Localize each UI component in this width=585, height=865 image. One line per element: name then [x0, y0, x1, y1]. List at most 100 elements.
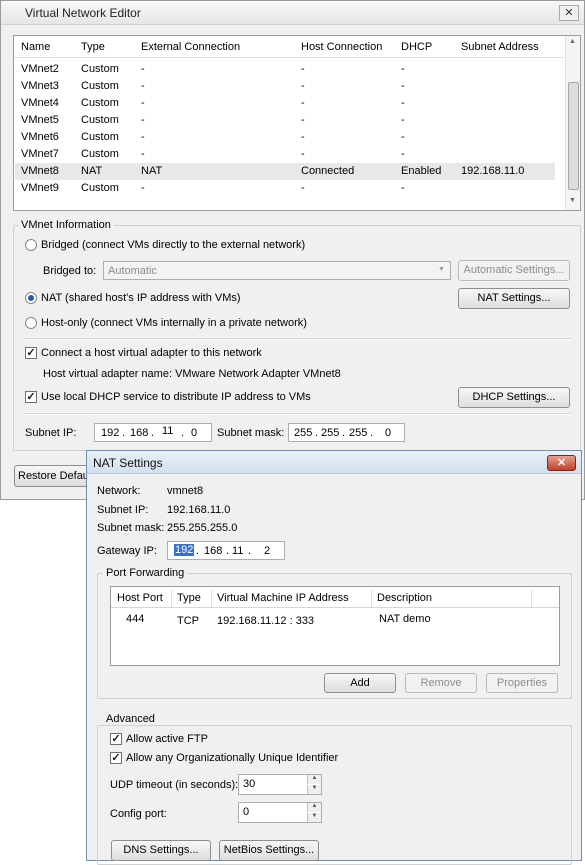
- config-port-input[interactable]: 0 ▲ ▼: [238, 802, 322, 823]
- properties-button[interactable]: Properties: [486, 673, 558, 693]
- port-forwarding-header: Host Port Type Virtual Machine IP Addres…: [111, 587, 559, 608]
- row-external: NAT: [141, 165, 163, 177]
- col-header-vm-ip[interactable]: Virtual Machine IP Address: [217, 592, 349, 604]
- dhcp-settings-button[interactable]: DHCP Settings...: [458, 387, 570, 408]
- row-name: VMnet5: [21, 114, 59, 126]
- spin-down-icon[interactable]: ▼: [307, 813, 321, 822]
- row-host: -: [301, 148, 305, 160]
- scrollbar-thumb[interactable]: [568, 82, 579, 190]
- ip-dot: .: [196, 545, 200, 557]
- network-row[interactable]: VMnet4 Custom - - -: [15, 95, 555, 112]
- col-header-host[interactable]: Host Connection: [301, 41, 382, 53]
- row-host: -: [301, 97, 305, 109]
- row-type: Custom: [81, 97, 119, 109]
- nat-settings-button[interactable]: NAT Settings...: [458, 288, 570, 309]
- network-row[interactable]: VMnet2 Custom - - -: [15, 61, 555, 78]
- row-name: VMnet7: [21, 148, 59, 160]
- network-row[interactable]: VMnet9 Custom - - -: [15, 180, 555, 197]
- nat-title-bar: NAT Settings ✕: [87, 451, 581, 474]
- use-dhcp-label: Use local DHCP service to distribute IP …: [41, 391, 311, 403]
- network-label: Network:: [97, 485, 141, 497]
- col-header-type[interactable]: Type: [81, 41, 105, 53]
- allow-oui-checkbox[interactable]: ✓: [110, 752, 122, 764]
- spin-down-icon[interactable]: ▼: [307, 785, 321, 794]
- network-list-header: Name Type External Connection Host Conne…: [14, 36, 564, 58]
- subnet-mask-label: Subnet mask:: [217, 427, 285, 439]
- add-button[interactable]: Add: [324, 673, 396, 693]
- virtual-network-editor-window: Virtual Network Editor ✕ Name Type Exter…: [0, 0, 585, 500]
- gateway-octet-2[interactable]: 168: [204, 545, 222, 557]
- subnet-ip-field[interactable]: 192 . 168 . 11 . 0: [94, 423, 212, 442]
- row-external: -: [141, 80, 145, 92]
- col-header-external[interactable]: External Connection: [141, 41, 240, 53]
- row-host: -: [301, 114, 305, 126]
- network-value: vmnet8: [167, 485, 204, 497]
- network-row[interactable]: VMnet5 Custom - - -: [15, 112, 555, 129]
- connect-adapter-checkbox[interactable]: ✓: [25, 347, 37, 359]
- row-dhcp: Enabled: [401, 165, 442, 177]
- row-host: -: [301, 80, 305, 92]
- subnet-ip-label: Subnet IP:: [25, 427, 77, 439]
- udp-timeout-input[interactable]: 30 ▲ ▼: [238, 774, 322, 795]
- subnet-mask-octet-1: 255: [294, 427, 313, 439]
- host-only-label: Host-only (connect VMs internally in a p…: [41, 317, 307, 329]
- column-divider: [371, 589, 372, 607]
- row-dhcp: -: [401, 97, 405, 109]
- scroll-up-arrow-icon[interactable]: ▲: [569, 38, 576, 45]
- netbios-settings-button[interactable]: NetBios Settings...: [219, 840, 319, 861]
- row-host: -: [301, 63, 305, 75]
- network-row[interactable]: VMnet6 Custom - - -: [15, 129, 555, 146]
- config-port-value: 0: [243, 806, 250, 818]
- network-list-scrollbar[interactable]: ▲ ▼: [565, 36, 580, 210]
- bridged-to-select[interactable]: Automatic ▼: [103, 261, 451, 280]
- vne-close-button[interactable]: ✕: [559, 5, 579, 21]
- gateway-octet-3[interactable]: 11: [232, 545, 243, 557]
- column-divider: [531, 589, 532, 607]
- gateway-ip-label: Gateway IP:: [97, 545, 157, 557]
- allow-active-ftp-checkbox[interactable]: ✓: [110, 733, 122, 745]
- nat-subnet-mask-label: Subnet mask:: [97, 522, 165, 534]
- row-dhcp: -: [401, 63, 405, 75]
- row-type: Custom: [81, 131, 119, 143]
- automatic-settings-button[interactable]: Automatic Settings...: [458, 260, 570, 281]
- ip-dot: .: [181, 427, 185, 439]
- col-header-host-port[interactable]: Host Port: [117, 592, 163, 604]
- gateway-ip-field[interactable]: 192 . 168 . 11 . 2: [167, 541, 285, 560]
- nat-settings-dialog: NAT Settings ✕ Network: vmnet8 Subnet IP…: [86, 450, 582, 865]
- dns-settings-button[interactable]: DNS Settings...: [111, 840, 211, 861]
- network-row[interactable]: VMnet3 Custom - - -: [15, 78, 555, 95]
- col-header-dhcp[interactable]: DHCP: [401, 41, 432, 53]
- ip-dot: .: [342, 427, 346, 439]
- spin-up-icon[interactable]: ▲: [307, 775, 321, 784]
- row-name: VMnet6: [21, 131, 59, 143]
- gateway-octet-4[interactable]: 2: [264, 545, 270, 557]
- nat-label: NAT (shared host's IP address with VMs): [41, 292, 241, 304]
- col-header-description[interactable]: Description: [377, 592, 432, 604]
- udp-timeout-label: UDP timeout (in seconds):: [110, 779, 239, 791]
- column-divider: [211, 589, 212, 607]
- row-type: Custom: [81, 148, 119, 160]
- port-forwarding-list[interactable]: Host Port Type Virtual Machine IP Addres…: [110, 586, 560, 666]
- col-header-name[interactable]: Name: [21, 41, 50, 53]
- subnet-mask-field[interactable]: 255 . 255 . 255 . 0: [288, 423, 405, 442]
- network-row[interactable]: VMnet7 Custom - - -: [15, 146, 555, 163]
- row-name: VMnet8: [21, 165, 59, 177]
- subnet-mask-octet-4: 0: [385, 427, 392, 439]
- advanced-label: Advanced: [103, 713, 158, 725]
- row-external: -: [141, 148, 145, 160]
- port-forwarding-row[interactable]: 444 TCP 192.168.11.12 : 333 NAT demo: [112, 609, 558, 629]
- bridged-radio[interactable]: [25, 239, 37, 251]
- gateway-octet-1[interactable]: 192: [174, 544, 195, 556]
- col-header-subnet[interactable]: Subnet Address: [461, 41, 539, 53]
- host-only-radio[interactable]: [25, 317, 37, 329]
- scroll-down-arrow-icon[interactable]: ▼: [569, 197, 576, 204]
- col-header-type[interactable]: Type: [177, 592, 201, 604]
- nat-radio[interactable]: [25, 292, 37, 304]
- network-list[interactable]: Name Type External Connection Host Conne…: [13, 35, 581, 211]
- spin-up-icon[interactable]: ▲: [307, 803, 321, 812]
- vne-window-title: Virtual Network Editor: [25, 6, 141, 20]
- use-dhcp-checkbox[interactable]: ✓: [25, 391, 37, 403]
- network-row[interactable]: VMnet8 NAT NAT Connected Enabled 192.168.11.0: [15, 163, 555, 180]
- nat-close-button[interactable]: ✕: [547, 455, 576, 471]
- remove-button[interactable]: Remove: [405, 673, 477, 693]
